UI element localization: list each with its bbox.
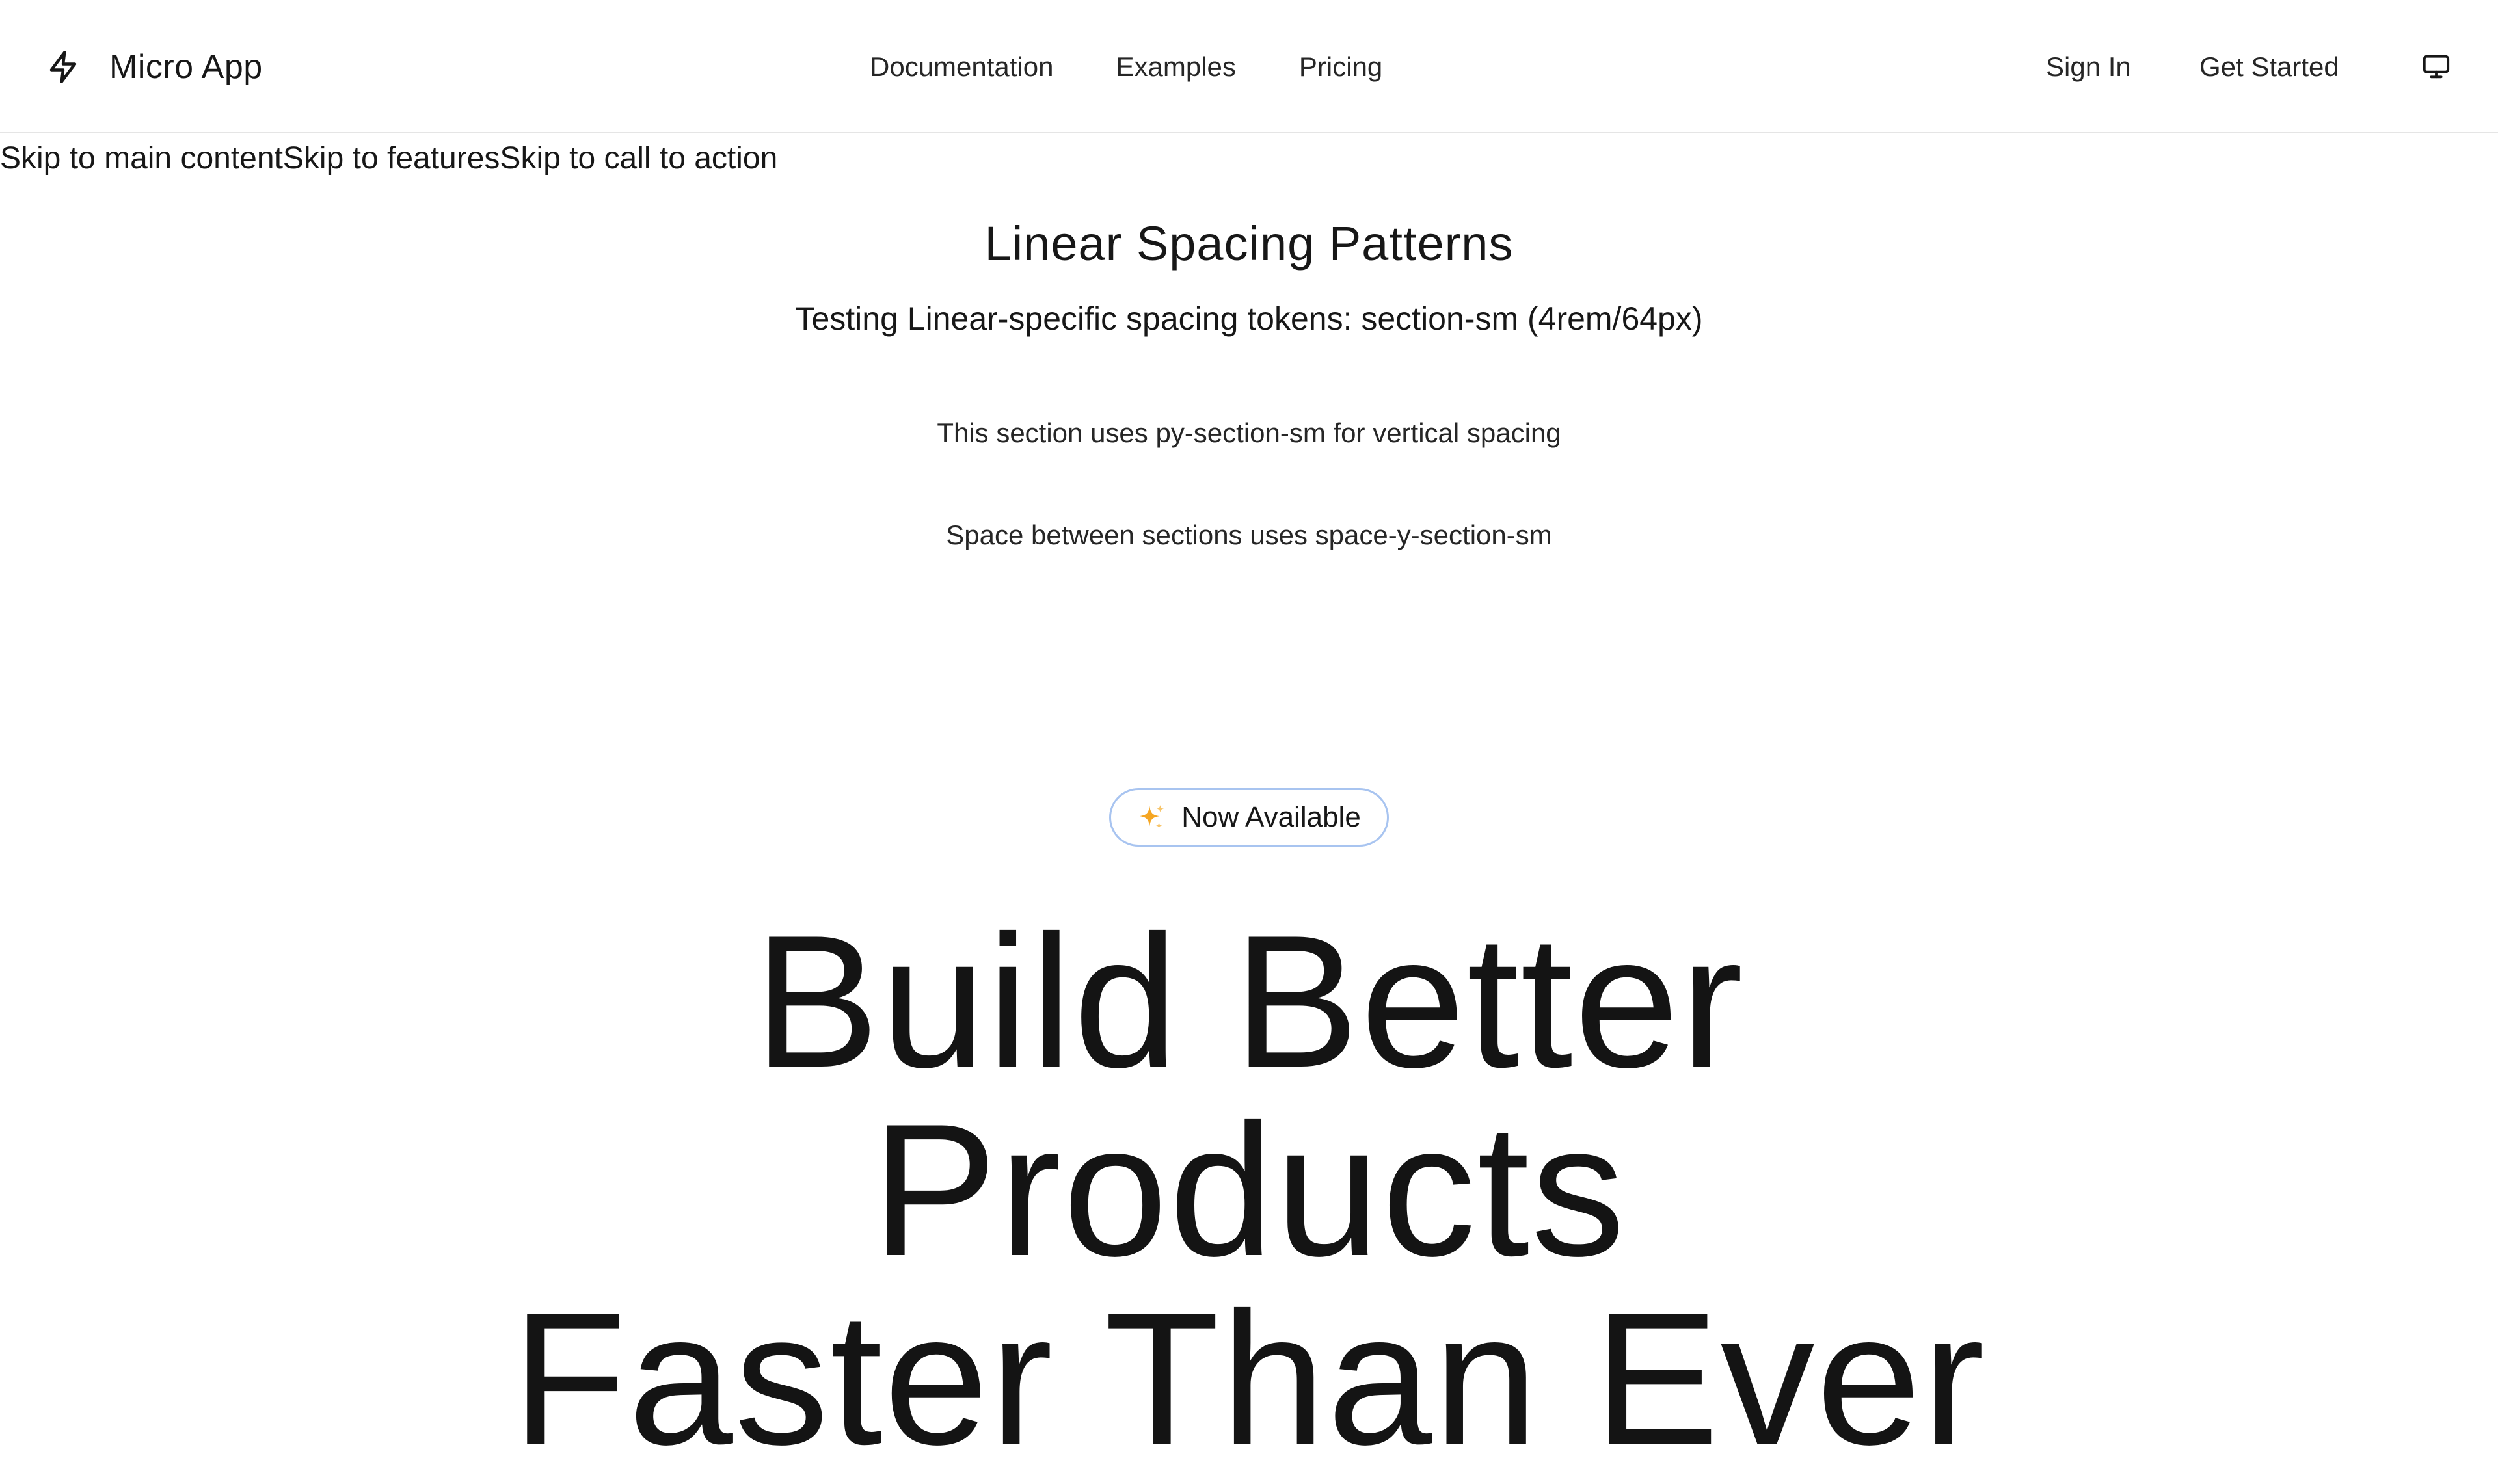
spacing-note-vertical: This section uses py-section-sm for vert… — [937, 417, 1561, 448]
hero-title: Build Better Products Faster Than Ever — [0, 907, 2498, 1473]
lightning-bolt-icon — [49, 50, 77, 83]
theme-toggle-button[interactable] — [2418, 48, 2454, 85]
nav-link-examples[interactable]: Examples — [1116, 51, 1236, 83]
brand-link[interactable]: Micro App — [46, 0, 263, 133]
badge-label: Now Available — [1181, 801, 1361, 833]
site-header: Micro App Documentation Examples Pricing… — [0, 0, 2498, 133]
get-started-button[interactable]: Get Started — [2199, 51, 2339, 83]
main-nav: Documentation Examples Pricing — [870, 0, 1382, 133]
skip-link-main-content[interactable]: Skip to main content — [0, 141, 283, 176]
now-available-badge[interactable]: Now Available — [1109, 788, 1389, 847]
brand-name: Micro App — [109, 47, 263, 86]
nav-link-pricing[interactable]: Pricing — [1299, 51, 1382, 83]
skip-link-call-to-action[interactable]: Skip to call to action — [500, 141, 777, 176]
sparkles-icon — [1140, 804, 1164, 829]
hero-title-line: Products — [871, 1085, 1627, 1295]
hero-title-line: Build Better — [753, 896, 1745, 1107]
spacing-note-between: Space between sections uses space-y-sect… — [946, 520, 1552, 550]
spacing-section-subtitle: Testing Linear-specific spacing tokens: … — [795, 300, 1703, 337]
hero-title-line: Faster Than Ever — [511, 1273, 1987, 1484]
skip-link-features[interactable]: Skip to features — [283, 141, 500, 176]
skip-links: Skip to main contentSkip to featuresSkip… — [0, 139, 777, 178]
nav-link-documentation[interactable]: Documentation — [870, 51, 1054, 83]
spacing-section-title: Linear Spacing Patterns — [984, 217, 1514, 271]
sign-in-button[interactable]: Sign In — [2046, 51, 2131, 83]
monitor-icon — [2423, 55, 2450, 79]
spacing-section: Linear Spacing Patterns Testing Linear-s… — [0, 215, 2498, 552]
